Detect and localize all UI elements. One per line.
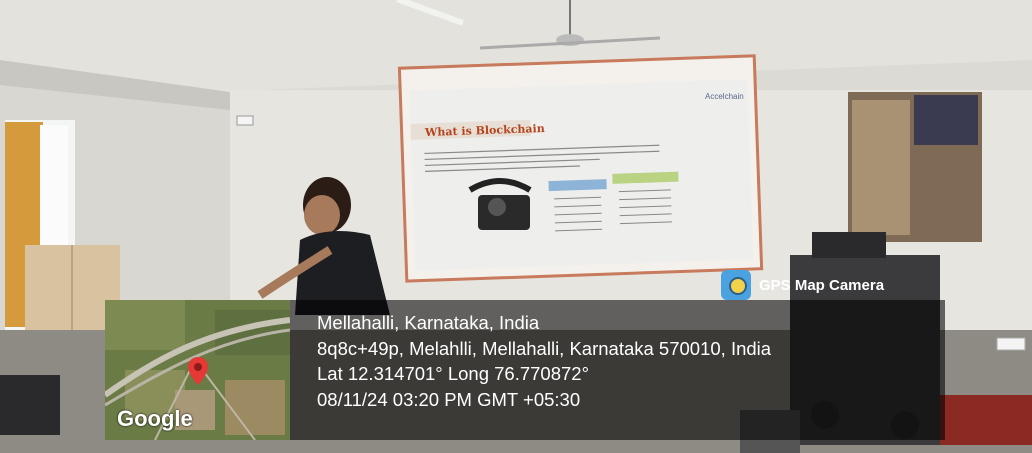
coordinates: Lat 12.314701° Long 76.770872° — [317, 363, 589, 384]
satellite-map-thumbnail: Google — [105, 300, 290, 440]
app-name: GPS Map Camera — [759, 276, 885, 294]
location-details: Mellahalli, Karnataka, India 8q8c+49p, M… — [317, 310, 771, 412]
photo-scene: Accelchain What is Blockchain GPS Map Ca… — [0, 0, 1032, 453]
projected-slide — [409, 79, 754, 271]
slide-brand: Accelchain — [705, 92, 744, 101]
location-info-panel: Google Mellahalli, Karnataka, India 8q8c… — [105, 300, 945, 440]
google-logo: Google — [117, 406, 193, 431]
gps-map-camera-badge: GPS Map Camera — [721, 268, 884, 302]
gps-map-camera-icon — [721, 270, 751, 300]
full-address: 8q8c+49p, Melahlli, Mellahalli, Karnatak… — [317, 337, 772, 359]
location-pin-icon — [188, 357, 208, 385]
timestamp: 08/11/24 03:20 PM GMT +05:30 — [317, 388, 581, 410]
location-name: Mellahalli, Karnataka, India — [317, 312, 540, 333]
